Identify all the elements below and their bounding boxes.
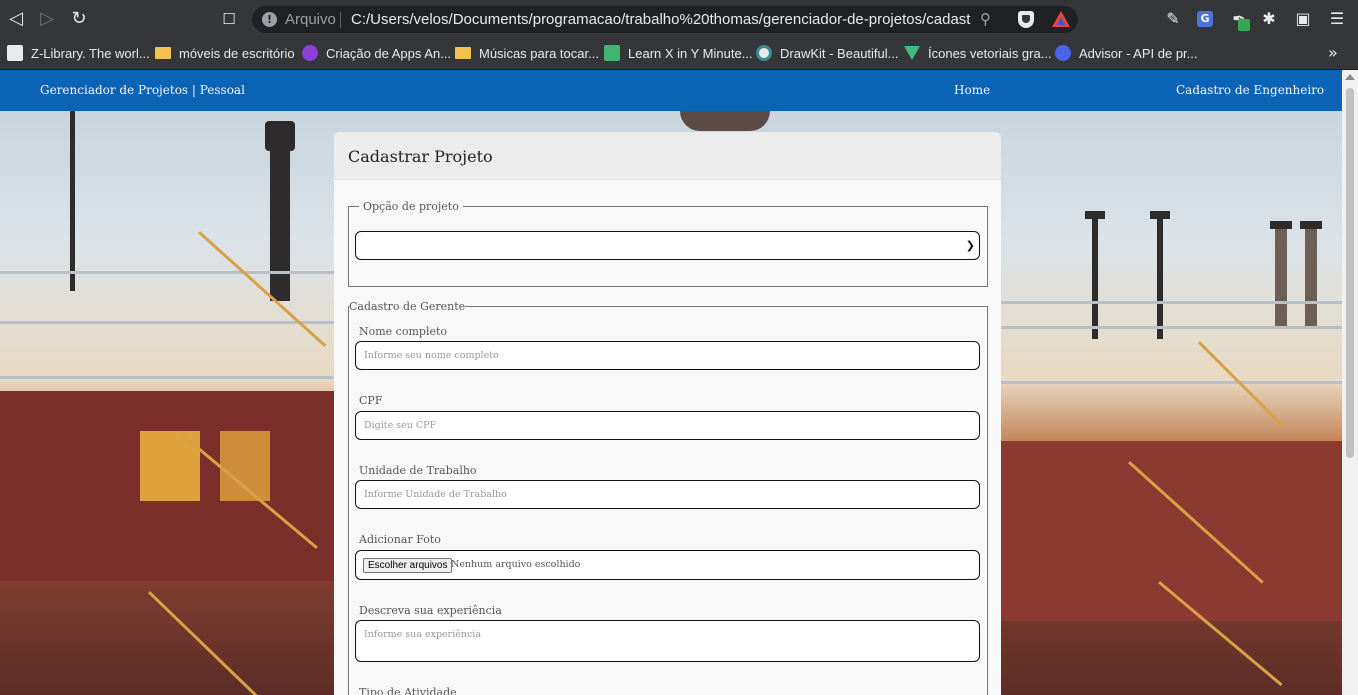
bookmark-advisor[interactable]: Advisor - API de pr...: [1055, 42, 1198, 64]
unit-label: Unidade de Trabalho: [359, 464, 477, 477]
address-scheme-label: Arquivo: [285, 11, 336, 28]
bookmark-moveis[interactable]: móveis de escritório: [155, 42, 295, 64]
vue-icon: [904, 46, 920, 60]
brave-shields-icon[interactable]: [1018, 11, 1034, 28]
address-url[interactable]: C:/Users/velos/Documents/programacao/tra…: [351, 11, 971, 28]
bookmark-label: Músicas para tocar...: [479, 45, 599, 61]
drawkit-icon: [756, 45, 772, 61]
advisor-icon: [1055, 45, 1071, 61]
reload-icon[interactable]: ↻: [69, 9, 89, 29]
project-option-select[interactable]: ❯: [355, 231, 980, 260]
name-input[interactable]: [355, 341, 980, 370]
file-status-text: Nenhum arquivo escolhido: [451, 559, 581, 570]
unit-input[interactable]: [355, 480, 980, 509]
page-viewport: Gerenciador de Projetos | Pessoal Home C…: [0, 70, 1358, 695]
cpf-label: CPF: [359, 394, 383, 407]
manager-legend: Cadastro de Gerente: [349, 300, 466, 313]
bookmark-icones[interactable]: Ícones vetoriais gra...: [904, 42, 1052, 64]
more-bookmarks-icon[interactable]: »: [1328, 43, 1338, 62]
extensions-puzzle-icon[interactable]: ✱: [1259, 9, 1279, 29]
experience-textarea[interactable]: [355, 620, 980, 662]
brave-rewards-icon[interactable]: [1052, 11, 1070, 27]
bookmark-label: Criação de Apps An...: [326, 45, 452, 61]
pen-extension-icon[interactable]: ✎: [1163, 9, 1183, 29]
bookmark-musicas[interactable]: Músicas para tocar...: [455, 42, 599, 64]
folder-icon: [155, 47, 171, 59]
top-navbar: Gerenciador de Projetos | Pessoal Home C…: [0, 70, 1342, 111]
nav-link-cadastro-engenheiro[interactable]: Cadastro de Engenheiro: [1176, 83, 1324, 97]
navbar-brand[interactable]: Gerenciador de Projetos | Pessoal: [40, 83, 245, 97]
cpf-input[interactable]: [355, 411, 980, 440]
bookmark-icon[interactable]: ☐: [219, 9, 239, 29]
scrollbar-thumb[interactable]: [1346, 88, 1354, 458]
extension-badge-icon: [1238, 19, 1250, 31]
choose-files-button[interactable]: Escolher arquivos: [363, 558, 453, 573]
nav-link-home[interactable]: Home: [954, 83, 990, 97]
bookmark-drawkit[interactable]: DrawKit - Beautiful...: [756, 42, 899, 64]
project-form-card: Cadastrar Projeto Opção de projeto ❯ Cad…: [334, 132, 1001, 695]
bookmark-label: Advisor - API de pr...: [1079, 45, 1198, 61]
bookmark-label: DrawKit - Beautiful...: [780, 45, 899, 61]
project-option-fieldset: Opção de projeto ❯: [348, 200, 988, 287]
app-icon: [302, 45, 318, 61]
name-label: Nome completo: [359, 325, 448, 338]
manager-fieldset: Cadastro de Gerente Nome completo CPF Un…: [348, 300, 988, 695]
scroll-up-icon[interactable]: [1345, 74, 1355, 80]
chevron-down-icon: ❯: [965, 239, 975, 252]
site-info-icon[interactable]: !: [262, 12, 277, 27]
address-bar[interactable]: ! Arquivo C:/Users/velos/Documents/progr…: [252, 6, 1078, 33]
browser-toolbar: ◁ ▷ ↻ ☐ ! Arquivo C:/Users/velos/Documen…: [0, 0, 1358, 38]
bookmark-label: Learn X in Y Minute...: [628, 45, 753, 61]
experience-label: Descreva sua experiência: [359, 604, 502, 617]
bookmark-label: Ícones vetoriais gra...: [928, 45, 1052, 61]
wallet-icon[interactable]: ▣: [1293, 9, 1313, 29]
folder-icon: [455, 47, 471, 59]
form-title: Cadastrar Projeto: [334, 132, 1001, 180]
activity-label: Tipo de Atividade: [359, 686, 457, 695]
address-divider: [340, 12, 341, 28]
photo-file-input[interactable]: Escolher arquivos Nenhum arquivo escolhi…: [355, 550, 980, 580]
bookmark-label: Z-Library. The worl...: [31, 45, 150, 61]
zlibrary-icon: [7, 45, 23, 61]
photo-label: Adicionar Foto: [359, 533, 441, 546]
bookmarks-bar: Z-Library. The worl... móveis de escritó…: [0, 38, 1358, 70]
menu-icon[interactable]: ☰: [1327, 9, 1347, 29]
learnx-icon: [604, 45, 620, 61]
zoom-icon[interactable]: ⚲: [980, 10, 991, 28]
forward-icon[interactable]: ▷: [37, 9, 57, 29]
bookmark-criacao-apps[interactable]: Criação de Apps An...: [302, 42, 451, 64]
page-scrollbar[interactable]: [1342, 70, 1358, 695]
back-icon[interactable]: ◁: [6, 9, 26, 29]
bookmark-zlibrary[interactable]: Z-Library. The worl...: [7, 42, 150, 64]
bookmark-learnx[interactable]: Learn X in Y Minute...: [604, 42, 753, 64]
translate-extension-icon[interactable]: G: [1197, 11, 1213, 27]
project-option-legend: Opção de projeto: [363, 200, 459, 213]
bookmark-label: móveis de escritório: [179, 45, 295, 61]
